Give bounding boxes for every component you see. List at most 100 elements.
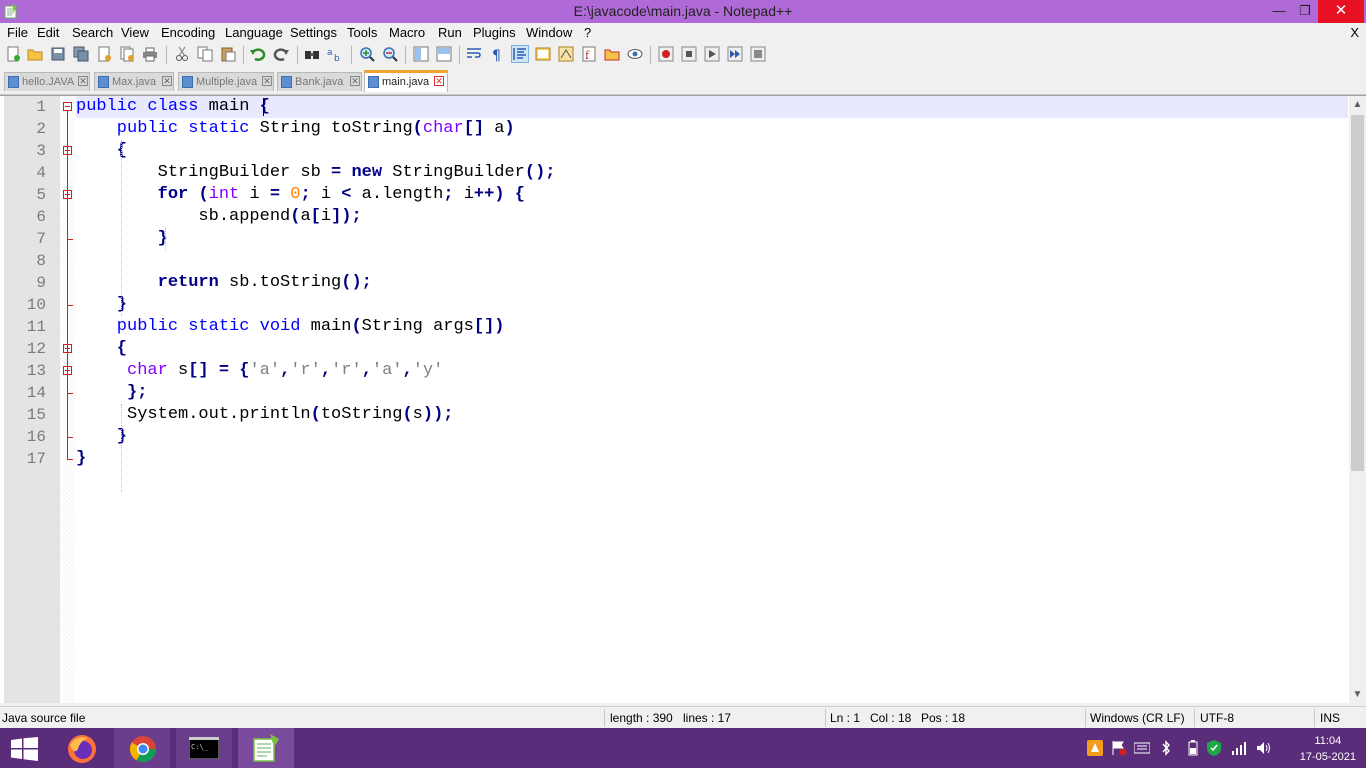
code-line[interactable]: public class main { bbox=[76, 96, 1348, 118]
tab-close-icon[interactable]: ✕ bbox=[162, 76, 172, 86]
fold-toggle-icon[interactable] bbox=[63, 102, 72, 111]
menu-run[interactable]: Run bbox=[438, 25, 462, 40]
print-icon[interactable] bbox=[142, 46, 158, 62]
line-number[interactable]: 3 bbox=[4, 140, 46, 162]
close-all-icon[interactable] bbox=[119, 46, 135, 62]
menu-file[interactable]: File bbox=[7, 25, 28, 40]
find-icon[interactable] bbox=[304, 46, 320, 62]
vertical-scrollbar[interactable]: ▲ ▼ bbox=[1349, 96, 1366, 703]
status-encoding[interactable]: UTF-8 bbox=[1200, 711, 1234, 725]
menu-settings[interactable]: Settings bbox=[290, 25, 337, 40]
code-line[interactable]: } bbox=[76, 426, 1348, 448]
menu-tools[interactable]: Tools bbox=[347, 25, 377, 40]
sync-horizontal-icon[interactable] bbox=[436, 46, 452, 62]
code-editor[interactable]: 1234567891011121314151617 public class m… bbox=[0, 95, 1366, 703]
cut-icon[interactable] bbox=[174, 46, 190, 62]
taskbar-chrome[interactable] bbox=[114, 728, 170, 768]
line-number[interactable]: 1 bbox=[4, 96, 46, 118]
line-number[interactable]: 7 bbox=[4, 228, 46, 250]
line-number[interactable]: 15 bbox=[4, 404, 46, 426]
code-line[interactable]: return sb.toString(); bbox=[76, 272, 1348, 294]
menu-window[interactable]: Window bbox=[526, 25, 572, 40]
menu-view[interactable]: View bbox=[121, 25, 149, 40]
line-number[interactable]: 8 bbox=[4, 250, 46, 272]
tray-flag-icon[interactable] bbox=[1111, 740, 1127, 756]
maximize-button[interactable]: ❐ bbox=[1288, 0, 1322, 23]
tab-bank-java[interactable]: Bank.java ✕ bbox=[277, 72, 362, 91]
security-shield-icon[interactable] bbox=[1206, 740, 1222, 756]
line-number[interactable]: 9 bbox=[4, 272, 46, 294]
code-line[interactable]: System.out.println(toString(s)); bbox=[76, 404, 1348, 426]
menu-language[interactable]: Language bbox=[225, 25, 283, 40]
save-macro-icon[interactable] bbox=[750, 46, 766, 62]
tab-main-java[interactable]: main.java ✕ bbox=[364, 70, 448, 92]
tray-app-icon[interactable] bbox=[1087, 740, 1103, 756]
code-line[interactable]: StringBuilder sb = new StringBuilder(); bbox=[76, 162, 1348, 184]
tray-keyboard-icon[interactable] bbox=[1134, 740, 1150, 756]
code-line[interactable]: sb.append(a[i]); bbox=[76, 206, 1348, 228]
taskbar-command-prompt[interactable]: C:\_ bbox=[176, 728, 232, 768]
define-language-icon[interactable] bbox=[535, 46, 551, 62]
function-list-icon[interactable]: f bbox=[581, 46, 597, 62]
line-number[interactable]: 4 bbox=[4, 162, 46, 184]
volume-icon[interactable] bbox=[1256, 740, 1272, 756]
line-number[interactable]: 6 bbox=[4, 206, 46, 228]
line-number[interactable]: 13 bbox=[4, 360, 46, 382]
code-line[interactable]: public static String toString(char[] a) bbox=[76, 118, 1348, 140]
paste-icon[interactable] bbox=[220, 46, 236, 62]
sync-vertical-icon[interactable] bbox=[413, 46, 429, 62]
copy-icon[interactable] bbox=[197, 46, 213, 62]
code-line[interactable]: }; bbox=[76, 382, 1348, 404]
line-number[interactable]: 2 bbox=[4, 118, 46, 140]
play-macro-icon[interactable] bbox=[704, 46, 720, 62]
tab-close-icon[interactable]: ✕ bbox=[434, 76, 444, 86]
word-wrap-icon[interactable] bbox=[466, 46, 482, 62]
windows-start-icon[interactable] bbox=[11, 737, 38, 761]
save-icon[interactable] bbox=[50, 46, 66, 62]
undo-icon[interactable] bbox=[250, 46, 266, 62]
replace-icon[interactable]: ab bbox=[327, 46, 343, 62]
code-line[interactable]: public static void main(String args[]) bbox=[76, 316, 1348, 338]
taskbar-notepad-plus-plus[interactable] bbox=[238, 728, 294, 768]
save-all-icon[interactable] bbox=[73, 46, 89, 62]
menu-plugins[interactable]: Plugins bbox=[473, 25, 516, 40]
tab-max-java[interactable]: Max.java ✕ bbox=[94, 72, 174, 91]
code-area[interactable]: public class main { public static String… bbox=[76, 96, 1348, 703]
code-line[interactable]: { bbox=[76, 140, 1348, 162]
line-number[interactable]: 11 bbox=[4, 316, 46, 338]
code-line[interactable]: char s[] = {'a','r','r','a','y' bbox=[76, 360, 1348, 382]
show-all-characters-icon[interactable]: ¶ bbox=[489, 46, 505, 62]
taskbar-firefox[interactable] bbox=[55, 728, 111, 768]
status-insert-mode[interactable]: INS bbox=[1320, 711, 1340, 725]
menu-encoding[interactable]: Encoding bbox=[161, 25, 215, 40]
indent-guide-icon[interactable] bbox=[512, 46, 528, 62]
zoom-in-icon[interactable] bbox=[359, 46, 375, 62]
close-document-button[interactable]: X bbox=[1350, 25, 1359, 40]
record-macro-icon[interactable] bbox=[658, 46, 674, 62]
line-number[interactable]: 12 bbox=[4, 338, 46, 360]
new-file-icon[interactable] bbox=[5, 46, 21, 62]
tab-close-icon[interactable]: ✕ bbox=[78, 76, 88, 86]
monitoring-icon[interactable] bbox=[627, 46, 643, 62]
code-line[interactable]: } bbox=[76, 228, 1348, 250]
line-number[interactable]: 14 bbox=[4, 382, 46, 404]
menu-search[interactable]: Search bbox=[72, 25, 113, 40]
bluetooth-icon[interactable] bbox=[1158, 740, 1174, 756]
wifi-signal-icon[interactable] bbox=[1231, 740, 1247, 756]
code-line[interactable] bbox=[76, 250, 1348, 272]
tab-multiple-java[interactable]: Multiple.java ✕ bbox=[178, 72, 274, 91]
menu-macro[interactable]: Macro bbox=[389, 25, 425, 40]
run-macro-multiple-icon[interactable] bbox=[727, 46, 743, 62]
system-clock[interactable]: 11:04 17-05-2021 bbox=[1300, 733, 1356, 765]
menu-help[interactable]: ? bbox=[584, 25, 591, 40]
code-line[interactable]: { bbox=[76, 338, 1348, 360]
menu-edit[interactable]: Edit bbox=[37, 25, 59, 40]
battery-icon[interactable] bbox=[1185, 740, 1201, 756]
zoom-out-icon[interactable] bbox=[382, 46, 398, 62]
open-file-icon[interactable] bbox=[27, 46, 43, 62]
scroll-down-icon[interactable]: ▼ bbox=[1349, 686, 1366, 703]
tab-close-icon[interactable]: ✕ bbox=[350, 76, 360, 86]
redo-icon[interactable] bbox=[273, 46, 289, 62]
code-line[interactable]: } bbox=[76, 448, 1348, 470]
code-line[interactable]: } bbox=[76, 294, 1348, 316]
